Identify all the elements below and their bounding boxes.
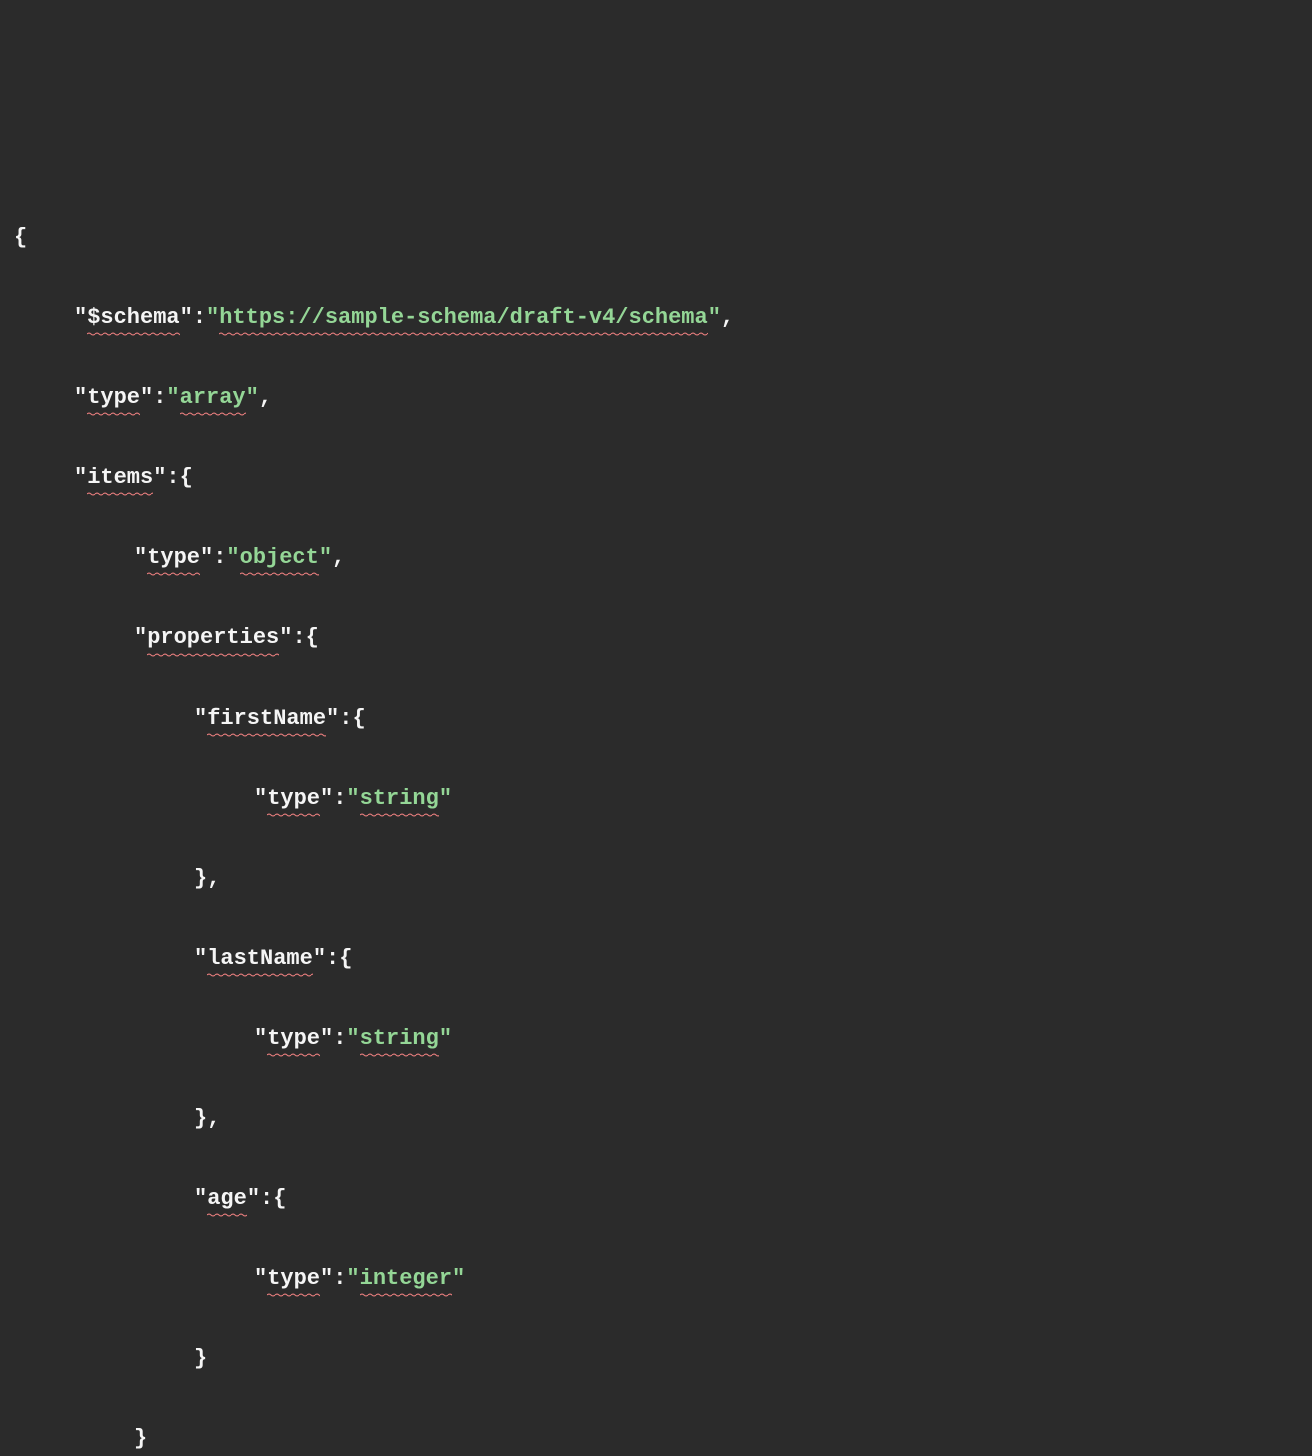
code-line: } [14,1339,1298,1379]
json-key-age: age [207,1186,247,1211]
json-key-type: type [267,1026,320,1051]
json-key-lastName: lastName [207,946,313,971]
code-editor[interactable]: { "$schema":"https://sample-schema/draft… [14,178,1298,1456]
code-line: "properties":{ [14,618,1298,658]
code-line: "type":"integer" [14,1259,1298,1299]
code-line: "type":"object", [14,538,1298,578]
code-line: }, [14,1099,1298,1139]
code-line: "type":"array", [14,378,1298,418]
json-key-schema: $schema [87,305,179,330]
code-line: "items":{ [14,458,1298,498]
code-line: "type":"string" [14,1019,1298,1059]
json-val-string: "string" [346,1026,452,1051]
json-key-items: items [87,465,153,490]
json-val-array: "array" [166,385,258,410]
code-line: "lastName":{ [14,939,1298,979]
code-line: "firstName":{ [14,699,1298,739]
code-line: }, [14,859,1298,899]
json-key-type: type [147,545,200,570]
json-val-object: "object" [226,545,332,570]
code-line: "$schema":"https://sample-schema/draft-v… [14,298,1298,338]
json-val-schema: "https://sample-schema/draft-v4/schema" [206,305,721,330]
json-key-type: type [267,786,320,811]
brace-open: { [14,225,27,250]
code-line: { [14,218,1298,258]
json-key-type: type [87,385,140,410]
json-val-integer: "integer" [346,1266,465,1291]
json-key-type: type [267,1266,320,1291]
code-line: "type":"string" [14,779,1298,819]
json-key-firstName: firstName [207,706,326,731]
json-key-properties: properties [147,625,279,650]
code-line: "age":{ [14,1179,1298,1219]
code-line: } [14,1419,1298,1456]
json-val-string: "string" [346,786,452,811]
